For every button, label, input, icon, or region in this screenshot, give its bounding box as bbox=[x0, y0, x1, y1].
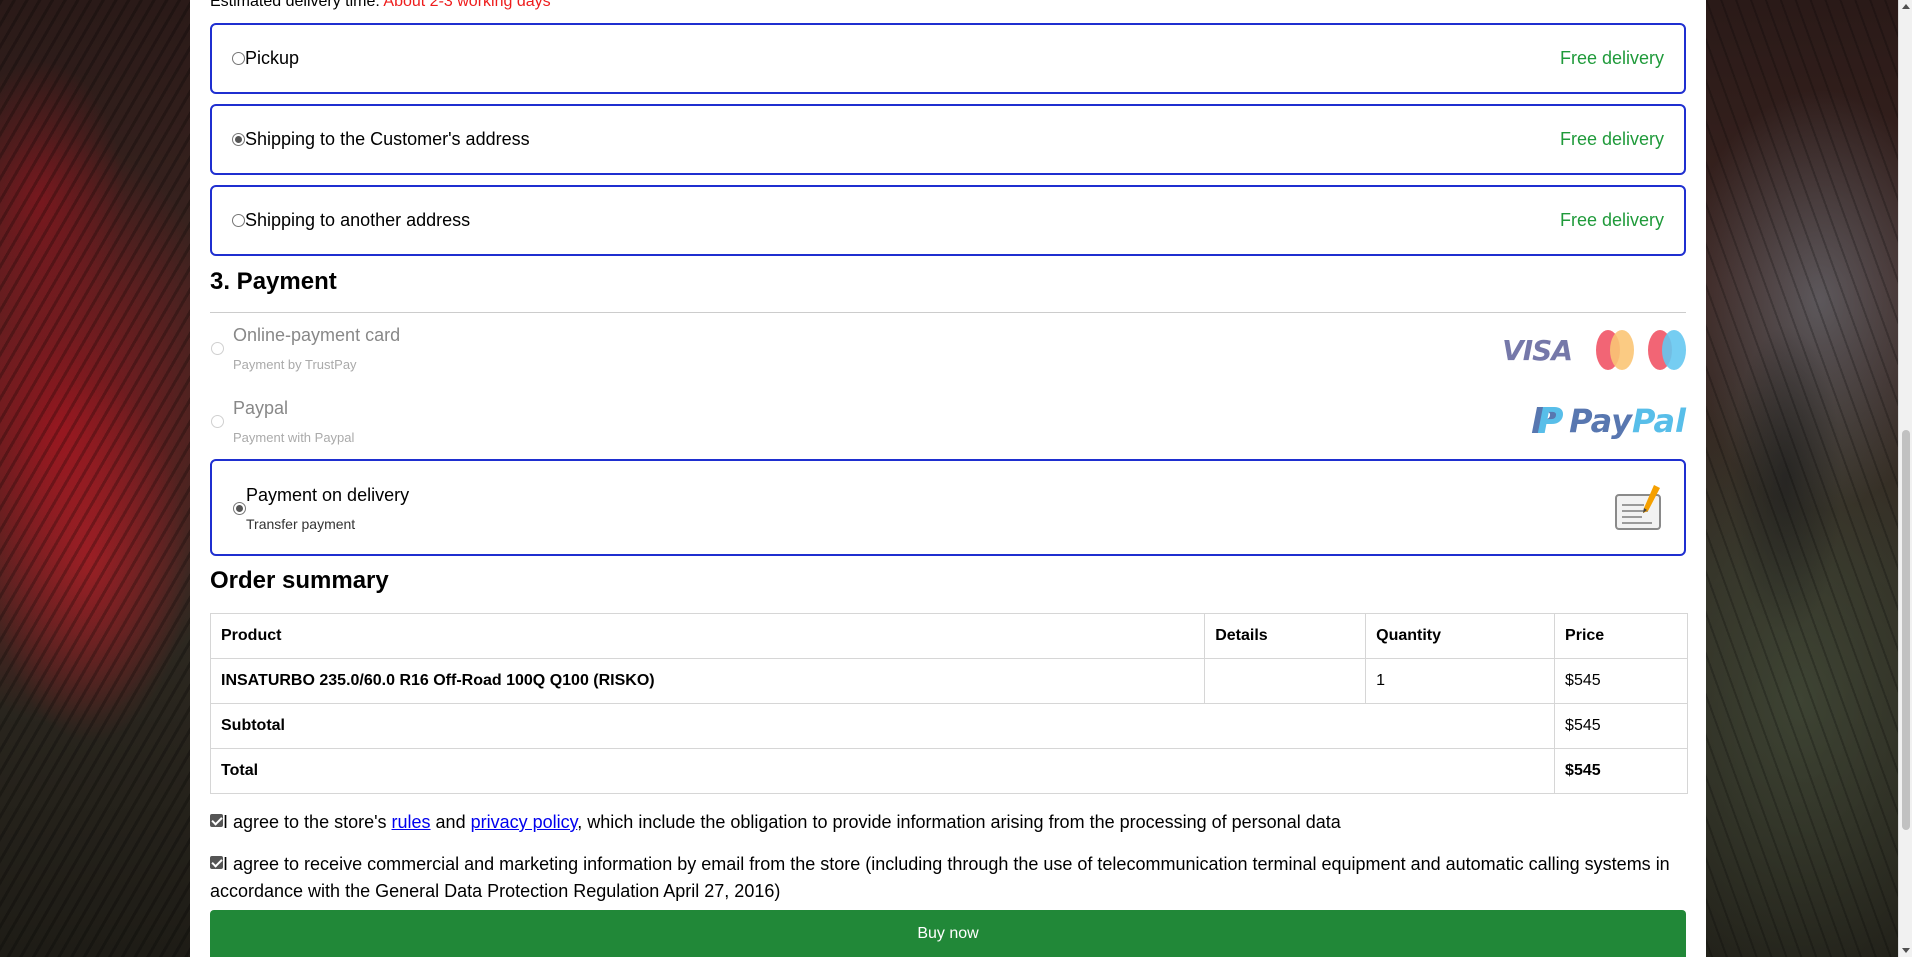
delivery-option-pickup[interactable]: Pickup Free delivery bbox=[210, 23, 1686, 94]
payment-option-title: Online-payment card bbox=[233, 325, 401, 345]
paypal-radio[interactable] bbox=[211, 415, 224, 428]
background-photo-left bbox=[0, 0, 190, 957]
payment-option-delivery[interactable]: Payment on delivery Transfer payment bbox=[210, 459, 1686, 556]
mastercard-icon bbox=[1596, 330, 1634, 370]
page-scrollbar[interactable] bbox=[1898, 0, 1912, 957]
order-summary-heading: Order summary bbox=[210, 567, 389, 594]
delivery-option-customer-address[interactable]: Shipping to the Customer's address Free … bbox=[210, 104, 1686, 175]
customer-address-radio[interactable] bbox=[232, 133, 245, 146]
marketing-consent: I agree to receive commercial and market… bbox=[210, 851, 1686, 905]
marketing-checkbox[interactable] bbox=[210, 856, 223, 869]
visa-icon: VISA bbox=[1502, 333, 1573, 367]
payment-heading: 3. Payment bbox=[210, 268, 337, 295]
another-address-radio[interactable] bbox=[232, 214, 245, 227]
payment-option-subtitle: Payment with Paypal bbox=[233, 430, 355, 445]
card-radio[interactable] bbox=[211, 342, 224, 355]
order-summary-table: Product Details Quantity Price INSATURBO… bbox=[209, 613, 1688, 794]
delivery-option-label: Shipping to the Customer's address bbox=[245, 129, 530, 149]
product-price: $545 bbox=[1554, 658, 1688, 704]
payment-option-subtitle: Payment by TrustPay bbox=[233, 357, 357, 372]
subtotal-row: Subtotal $545 bbox=[209, 703, 1688, 749]
column-header-price: Price bbox=[1554, 613, 1688, 659]
payment-option-title: Paypal bbox=[233, 398, 289, 418]
estimate-value: About 2-3 working days bbox=[383, 0, 551, 10]
terms-text-and: and bbox=[430, 812, 471, 832]
column-header-details: Details bbox=[1204, 613, 1367, 659]
column-header-product: Product bbox=[209, 613, 1206, 659]
estimated-delivery: Estimated delivery time: About 2-3 worki… bbox=[210, 0, 551, 12]
rules-link[interactable]: rules bbox=[392, 812, 431, 832]
subtotal-label: Subtotal bbox=[209, 703, 1556, 749]
scrollbar-thumb[interactable] bbox=[1902, 430, 1910, 830]
payment-option-title: Payment on delivery bbox=[246, 485, 410, 505]
scroll-up-arrow-icon[interactable] bbox=[1902, 4, 1910, 9]
delivery-option-label: Pickup bbox=[245, 48, 300, 68]
total-label: Total bbox=[209, 748, 1556, 794]
delivery-option-label: Shipping to another address bbox=[245, 210, 471, 230]
table-row: INSATURBO 235.0/60.0 R16 Off-Road 100Q Q… bbox=[209, 658, 1688, 704]
background-photo-right bbox=[1696, 0, 1898, 957]
payment-on-delivery-radio[interactable] bbox=[233, 502, 246, 515]
divider bbox=[210, 312, 1686, 313]
marketing-text: I agree to receive commercial and market… bbox=[210, 854, 1670, 901]
terms-checkbox[interactable] bbox=[210, 814, 223, 827]
document-pencil-icon bbox=[1615, 485, 1661, 530]
maestro-icon bbox=[1648, 330, 1686, 370]
product-name: INSATURBO 235.0/60.0 R16 Off-Road 100Q Q… bbox=[209, 658, 1206, 704]
product-quantity: 1 bbox=[1365, 658, 1556, 704]
delivery-option-price: Free delivery bbox=[1559, 48, 1664, 68]
scroll-down-arrow-icon[interactable] bbox=[1902, 948, 1910, 953]
pickup-radio[interactable] bbox=[232, 52, 245, 65]
product-details bbox=[1204, 658, 1367, 704]
estimate-label: Estimated delivery time: bbox=[210, 0, 380, 10]
total-value: $545 bbox=[1554, 748, 1688, 794]
paypal-logo-icon: PP PayPal bbox=[1531, 400, 1686, 442]
paypal-wordmark: PayPal bbox=[1569, 402, 1686, 440]
card-logos: VISA bbox=[1502, 330, 1686, 370]
terms-consent: I agree to the store's rules and privacy… bbox=[210, 809, 1686, 836]
table-header-row: Product Details Quantity Price bbox=[209, 613, 1688, 659]
terms-text-pre: I agree to the store's bbox=[223, 812, 392, 832]
payment-option-subtitle: Transfer payment bbox=[246, 516, 356, 532]
privacy-policy-link[interactable]: privacy policy bbox=[471, 812, 578, 832]
checkout-panel: Estimated delivery time: About 2-3 worki… bbox=[190, 0, 1706, 957]
subtotal-value: $545 bbox=[1554, 703, 1688, 749]
buy-now-button[interactable]: Buy now bbox=[210, 910, 1686, 957]
delivery-option-price: Free delivery bbox=[1559, 129, 1664, 149]
paypal-p-icon: PP bbox=[1531, 400, 1564, 442]
delivery-option-another-address[interactable]: Shipping to another address Free deliver… bbox=[210, 185, 1686, 256]
delivery-option-price: Free delivery bbox=[1559, 210, 1664, 230]
total-row: Total $545 bbox=[209, 748, 1688, 794]
column-header-quantity: Quantity bbox=[1365, 613, 1556, 659]
terms-text-post: , which include the obligation to provid… bbox=[577, 812, 1341, 832]
